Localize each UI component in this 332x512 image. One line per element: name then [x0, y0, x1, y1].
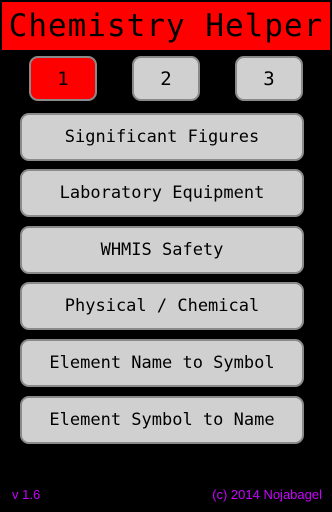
page-1-button[interactable]: 1: [29, 56, 97, 101]
page-3-button[interactable]: 3: [235, 56, 303, 101]
element-name-to-symbol-button[interactable]: Element Name to Symbol: [20, 339, 304, 387]
version-label: v 1.6: [12, 487, 41, 502]
copyright-label: (c) 2014 Nojabagel: [212, 487, 322, 502]
significant-figures-button[interactable]: Significant Figures: [20, 113, 304, 161]
title-bar: Chemistry Helper: [2, 2, 330, 50]
laboratory-equipment-button[interactable]: Laboratory Equipment: [20, 169, 304, 217]
element-symbol-to-name-button[interactable]: Element Symbol to Name: [20, 396, 304, 444]
app-title: Chemistry Helper: [8, 8, 324, 44]
physical-chemical-button[interactable]: Physical / Chemical: [20, 282, 304, 330]
whmis-safety-button[interactable]: WHMIS Safety: [20, 226, 304, 274]
page-2-button[interactable]: 2: [132, 56, 200, 101]
